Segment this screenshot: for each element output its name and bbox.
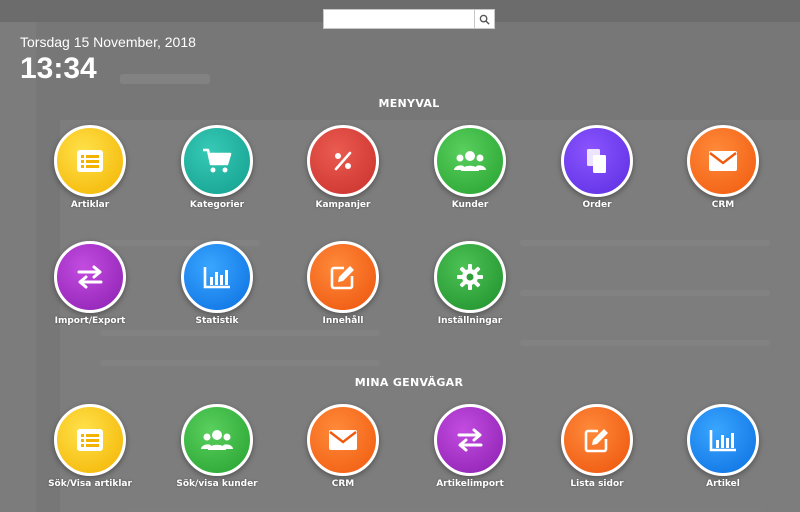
users-icon [454, 149, 486, 173]
tile-circle [434, 241, 506, 313]
tile-label: Artikelimport [436, 479, 504, 489]
menu-section-title: MENYVAL [378, 97, 440, 110]
search-input[interactable] [324, 10, 474, 28]
current-time: 13:34 [20, 52, 97, 85]
tile-label: Sök/Visa artiklar [48, 479, 132, 489]
tile-label: Inställningar [437, 316, 503, 326]
search-bar [323, 9, 495, 29]
chart-icon [203, 265, 231, 289]
search-button[interactable] [474, 10, 494, 28]
shortcut-tile-crm[interactable]: CRM [293, 404, 393, 489]
tile-circle [181, 241, 253, 313]
tile-circle [561, 125, 633, 197]
tile-circle [54, 241, 126, 313]
menu-tile-installningar[interactable]: Inställningar [420, 241, 520, 326]
tile-label: CRM [331, 479, 355, 489]
tile-circle [307, 125, 379, 197]
tile-circle [181, 404, 253, 476]
menu-tile-artiklar[interactable]: Artiklar [40, 125, 140, 210]
menu-tile-import-export[interactable]: Import/Export [40, 241, 140, 326]
tile-circle [54, 404, 126, 476]
tile-circle [307, 404, 379, 476]
tile-circle [687, 125, 759, 197]
menu-tile-statistik[interactable]: Statistik [167, 241, 267, 326]
tile-circle [181, 125, 253, 197]
tile-circle [54, 125, 126, 197]
menu-tile-order[interactable]: Order [547, 125, 647, 210]
envelope-icon [708, 150, 738, 172]
tile-label: Artikel [706, 479, 740, 489]
users-icon [201, 428, 233, 452]
shortcut-tile-sok-visa-kunder[interactable]: Sök/visa kunder [167, 404, 267, 489]
tile-label: Kampanjer [315, 200, 371, 210]
cart-icon [202, 148, 232, 174]
tile-circle [434, 125, 506, 197]
list-icon [76, 428, 104, 452]
edit-icon [584, 427, 610, 453]
tile-circle [561, 404, 633, 476]
tile-circle [307, 241, 379, 313]
copy-icon [585, 147, 609, 175]
tile-label: Import/Export [54, 316, 126, 326]
tile-label: Sök/visa kunder [176, 479, 258, 489]
tile-label: Kategorier [189, 200, 245, 210]
shortcut-tile-sok-visa-artiklar[interactable]: Sök/Visa artiklar [40, 404, 140, 489]
envelope-icon [328, 429, 358, 451]
tile-circle [434, 404, 506, 476]
menu-tile-kategorier[interactable]: Kategorier [167, 125, 267, 210]
list-icon [76, 149, 104, 173]
shortcut-tile-artikel[interactable]: Artikel [673, 404, 773, 489]
gear-icon [456, 263, 484, 291]
exchange-icon [456, 428, 484, 452]
chart-icon [709, 428, 737, 452]
tile-label: Lista sidor [570, 479, 624, 489]
tile-label: Statistik [195, 316, 239, 326]
exchange-icon [76, 265, 104, 289]
shortcut-tile-artikelimport[interactable]: Artikelimport [420, 404, 520, 489]
tile-label: Order [582, 200, 612, 210]
percent-icon [332, 150, 354, 172]
tile-circle [687, 404, 759, 476]
shortcuts-section-title: MINA GENVÄGAR [354, 376, 464, 389]
edit-icon [330, 264, 356, 290]
menu-tile-innehall[interactable]: Innehåll [293, 241, 393, 326]
tile-label: Artiklar [70, 200, 110, 210]
menu-tile-crm[interactable]: CRM [673, 125, 773, 210]
search-icon [479, 14, 490, 25]
menu-tile-kunder[interactable]: Kunder [420, 125, 520, 210]
menu-tile-kampanjer[interactable]: Kampanjer [293, 125, 393, 210]
tile-label: Kunder [451, 200, 489, 210]
shortcut-tile-lista-sidor[interactable]: Lista sidor [547, 404, 647, 489]
current-date: Torsdag 15 November, 2018 [20, 34, 196, 50]
tile-label: CRM [711, 200, 735, 210]
tile-label: Innehåll [322, 316, 364, 326]
